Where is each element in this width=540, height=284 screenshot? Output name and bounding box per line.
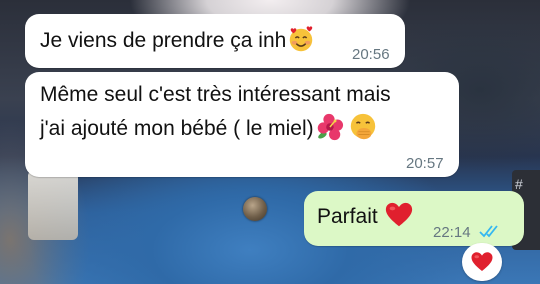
message-bubble-incoming[interactable]: Même seul c'est très intéressant mais j'… [25,72,459,177]
message-reaction-badge[interactable] [462,243,502,281]
message-bubble-outgoing[interactable]: Parfait 22:14 [304,191,524,246]
message-timestamp: 22:14 [433,224,471,241]
message-text-line-1: Même seul c'est très intéressant mais [40,78,391,111]
message-text-row: Je viens de prendre ça inh [40,24,316,57]
message-text: j'ai ajouté mon bébé ( le miel) [40,117,314,140]
message-timestamp: 20:57 [406,155,444,172]
message-text-row: Parfait [317,200,414,233]
message-bubble-incoming[interactable]: Je viens de prendre ça inh 20:56 [25,14,405,68]
hibiscus-icon [314,112,344,142]
message-timestamp: 20:56 [352,46,390,63]
message-text: Parfait [317,205,378,228]
message-text: Je viens de prendre ça inh [40,29,287,52]
red-heart-icon [384,200,414,230]
side-panel-hint-text: # [515,176,523,192]
face-with-hand-over-mouth-icon [348,112,378,142]
read-receipt-double-tick-icon [479,224,501,243]
message-text: Même seul c'est très intéressant mais [40,83,391,106]
photo-jeans-button [243,197,267,221]
smiling-face-with-hearts-icon [286,24,316,54]
photo-bag [28,170,78,240]
red-heart-icon [470,250,494,274]
message-text-line-2: j'ai ajouté mon bébé ( le miel) [40,112,378,145]
